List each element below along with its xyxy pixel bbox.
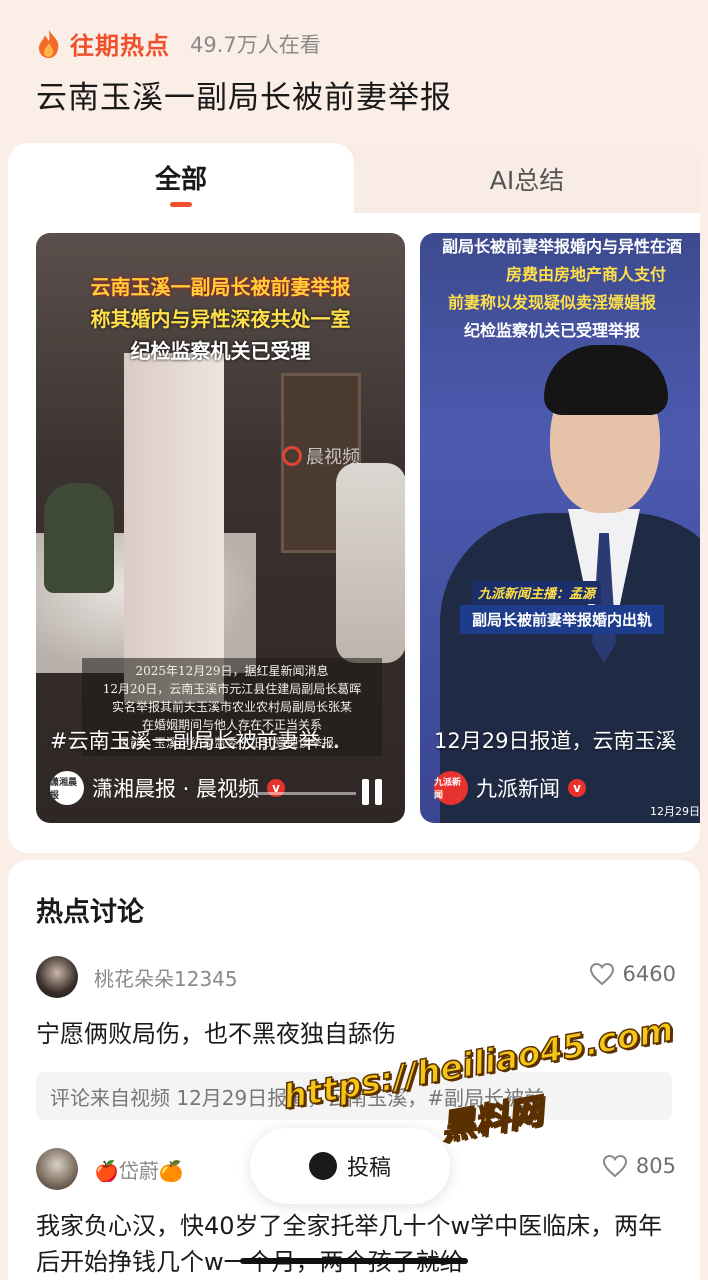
- anchor-name-strip: 九派新闻主播：孟源: [472, 581, 602, 604]
- video-scene-person: [336, 463, 405, 663]
- subtitle-line: 实名举报其前夫玉溪市农业农村局副局长张某: [111, 700, 352, 714]
- video-headline: 纪检监察机关已受理举报: [464, 321, 641, 340]
- video-source[interactable]: 九派新闻 九派新闻 v: [434, 771, 586, 805]
- video-card-2[interactable]: 副局长被前妻举报婚内与异性在酒 房费由房地产商人支付 前妻称以发现疑似卖淫嫖娼报…: [420, 233, 700, 823]
- source-avatar-icon: 九派新闻: [434, 771, 468, 805]
- video-caption: #云南玉溪一副局长被前妻举...: [50, 729, 340, 753]
- avatar[interactable]: [36, 956, 78, 998]
- tab-all-label: 全部: [154, 165, 207, 195]
- topic-title: 云南玉溪一副局长被前妻举报: [36, 80, 452, 116]
- video-headline: 云南玉溪一副局长被前妻举报: [90, 275, 351, 299]
- heart-icon: [589, 962, 614, 986]
- subtitle-line: 2025年12月29日，据红星新闻消息: [135, 664, 329, 678]
- like-button[interactable]: 6460: [589, 962, 676, 986]
- video-progress-bar[interactable]: [256, 792, 356, 795]
- verified-badge-icon: v: [568, 779, 586, 797]
- watermark-label: 晨视频: [306, 447, 360, 468]
- hot-header: 往期热点 49.7万人在看: [36, 26, 321, 61]
- like-button[interactable]: 805: [602, 1154, 676, 1178]
- home-indicator[interactable]: [240, 1258, 468, 1264]
- source-name: 九派新闻: [476, 777, 560, 801]
- avatar[interactable]: [36, 1148, 78, 1190]
- top-strip: [0, 0, 708, 4]
- video-card-1[interactable]: 云南玉溪一副局长被前妻举报 称其婚内与异性深夜共处一室 纪检监察机关已受理 晨视…: [36, 233, 405, 823]
- video-source[interactable]: 潇湘晨报 潇湘晨报 · 晨视频 v: [50, 771, 286, 805]
- like-count: 6460: [622, 962, 676, 986]
- video-headline: 副局长被前妻举报婚内与异性在酒: [442, 237, 683, 256]
- tab-all[interactable]: 全部: [8, 143, 354, 219]
- like-count: 805: [635, 1154, 676, 1178]
- comment-username[interactable]: 桃花朵朵12345: [94, 963, 238, 992]
- flame-icon: [39, 29, 59, 58]
- video-caption: 12月29日报道，云南玉溪: [434, 729, 677, 753]
- anchor-hair: [544, 345, 668, 415]
- video-subtitle-strip: 副局长被前妻举报婚内出轨: [460, 605, 665, 634]
- video-headline: 前妻称以发现疑似卖淫嫖娼报: [448, 293, 657, 312]
- video-headline: 纪检监察机关已受理: [130, 339, 311, 363]
- source-name: 潇湘晨报 · 晨视频: [92, 777, 260, 801]
- pause-icon[interactable]: [362, 779, 384, 805]
- tab-ai-summary[interactable]: AI总结: [354, 161, 700, 197]
- discussion-title: 热点讨论: [36, 897, 144, 928]
- hot-label: 往期热点: [70, 32, 170, 60]
- viewer-count: 49.7万人在看: [190, 32, 321, 57]
- submit-post-button[interactable]: 投稿: [250, 1128, 450, 1204]
- heart-icon: [602, 1154, 627, 1178]
- source-avatar-icon: 潇湘晨报: [50, 771, 84, 805]
- submit-label: 投稿: [346, 1156, 391, 1181]
- comment-text: 我家负心汉，快40岁了全家托举几十个w学中医临床，两年后开始挣钱几个w一个月，两…: [36, 1212, 663, 1276]
- video-scene-pillar: [124, 353, 224, 703]
- video-watermark: 晨视频: [282, 443, 360, 469]
- subtitle-line: 12月20日，云南玉溪市元江县住建局副局长葛晖: [102, 682, 362, 696]
- tab-active-indicator: [170, 202, 192, 207]
- video-scene-person: [44, 483, 114, 593]
- video-date-stamp: 12月29日: [650, 805, 700, 818]
- chenshipin-logo-icon: [282, 446, 302, 466]
- video-headline: 房费由房地产商人支付: [506, 265, 667, 284]
- tab-bar: 全部 AI总结: [8, 143, 700, 219]
- video-headline: 称其婚内与异性深夜共处一室: [90, 307, 351, 331]
- comment-username[interactable]: 🍎岱蔚🍊: [94, 1155, 184, 1184]
- videos-card: 全部 AI总结 云南玉溪一副局长被前妻举报 称其婚内与异性深夜共处一室 纪检监察…: [8, 143, 700, 853]
- submit-icon: [308, 1152, 337, 1180]
